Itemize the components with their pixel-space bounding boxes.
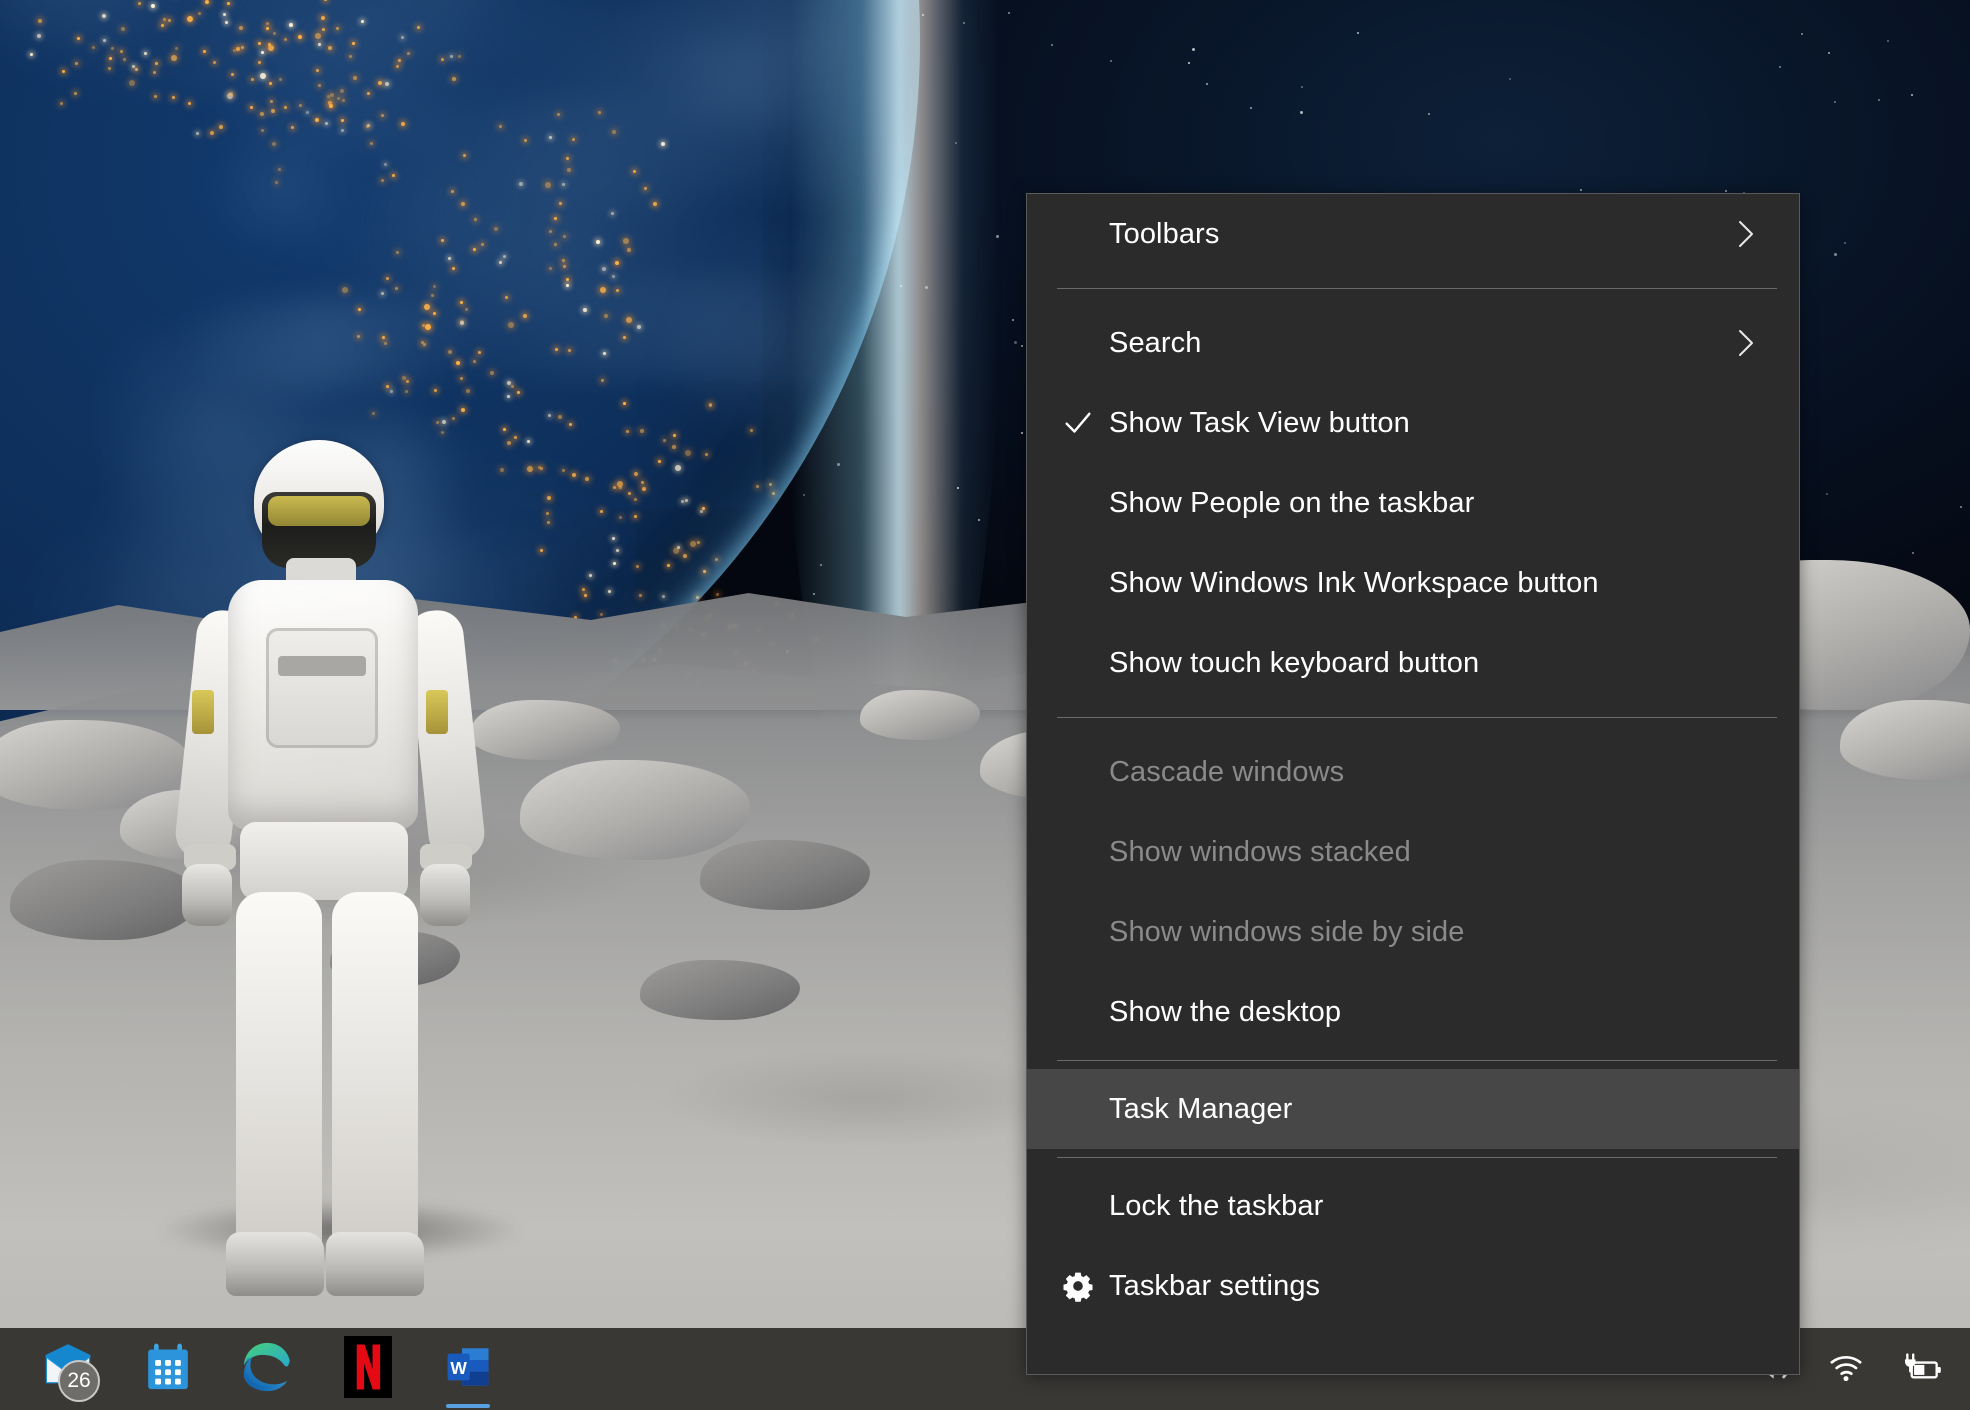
menu-item-task-manager[interactable]: Task Manager (1027, 1069, 1799, 1149)
menu-item-cascade: Cascade windows (1027, 732, 1799, 812)
active-app-indicator (446, 1404, 490, 1408)
taskbar-context-menu[interactable]: Toolbars Search Show Task View button Show … (1026, 193, 1800, 1375)
chevron-right-icon (1733, 303, 1759, 383)
astronaut-hips (240, 822, 408, 900)
menu-item-label: Task Manager (1109, 1092, 1293, 1125)
astronaut-chest-pack (266, 628, 378, 748)
astronaut-right-boot (326, 1232, 424, 1296)
astronaut-left-glove (182, 864, 232, 926)
menu-item-task-view[interactable]: Show Task View button (1027, 383, 1799, 463)
menu-separator (1057, 1060, 1777, 1061)
notification-badge: 26 (58, 1360, 100, 1402)
astronaut-right-arm-patch (426, 690, 448, 734)
menu-item-label: Show Task View button (1109, 406, 1410, 439)
battery-charging-icon[interactable] (1900, 1347, 1944, 1392)
menu-item-taskbar-settings[interactable]: Taskbar settings (1027, 1246, 1799, 1326)
menu-item-label: Taskbar settings (1109, 1269, 1321, 1302)
desktop[interactable]: 26 W Toolbars Search Show Task View butt… (0, 0, 1970, 1410)
menu-item-label: Lock the taskbar (1109, 1189, 1324, 1222)
lunar-rock (860, 690, 980, 740)
astronaut-left-boot (226, 1232, 324, 1296)
menu-item-label: Cascade windows (1109, 755, 1345, 788)
taskbar-app-mail[interactable]: 26 (18, 1328, 118, 1410)
taskbar-app-netflix[interactable] (318, 1328, 418, 1410)
menu-separator (1057, 717, 1777, 718)
menu-item-side-by-side: Show windows side by side (1027, 892, 1799, 972)
menu-item-lock-taskbar[interactable]: Lock the taskbar (1027, 1166, 1799, 1246)
astronaut (160, 440, 520, 1320)
menu-item-label: Show windows side by side (1109, 915, 1465, 948)
menu-item-label: Show touch keyboard button (1109, 646, 1480, 679)
astronaut-visor-gold-tint (268, 496, 370, 526)
astronaut-chest-vent (278, 656, 366, 676)
taskbar-app-icons: 26 W (0, 1328, 518, 1410)
astronaut-left-leg (236, 892, 322, 1262)
gear-icon (1049, 1246, 1107, 1326)
svg-text:W: W (450, 1358, 467, 1378)
menu-item-search[interactable]: Search (1027, 303, 1799, 383)
astronaut-left-arm-patch (192, 690, 214, 734)
calendar-icon (140, 1339, 196, 1400)
menu-item-toolbars[interactable]: Toolbars (1027, 194, 1799, 274)
menu-item-label: Show People on the taskbar (1109, 486, 1475, 519)
check-icon (1049, 383, 1107, 463)
lunar-rock (640, 960, 800, 1020)
astronaut-right-leg (332, 892, 418, 1262)
menu-separator (1057, 288, 1777, 289)
menu-item-ink-workspace[interactable]: Show Windows Ink Workspace button (1027, 543, 1799, 623)
menu-item-stacked: Show windows stacked (1027, 812, 1799, 892)
menu-item-label: Show the desktop (1109, 995, 1342, 1028)
menu-separator (1057, 1157, 1777, 1158)
menu-item-label: Show windows stacked (1109, 835, 1411, 868)
taskbar-app-edge[interactable] (218, 1328, 318, 1410)
lunar-rock (470, 700, 620, 760)
menu-item-label: Search (1109, 326, 1202, 359)
wifi-icon[interactable] (1826, 1347, 1866, 1392)
taskbar-app-calendar[interactable] (118, 1328, 218, 1410)
netflix-icon (342, 1335, 394, 1403)
taskbar-app-word[interactable]: W (418, 1328, 518, 1410)
menu-item-label: Toolbars (1109, 217, 1220, 250)
astronaut-right-glove (420, 864, 470, 926)
lunar-rock (700, 840, 870, 910)
chevron-right-icon (1733, 194, 1759, 274)
word-icon: W (440, 1339, 496, 1400)
menu-item-touch-keyboard[interactable]: Show touch keyboard button (1027, 623, 1799, 703)
menu-item-label: Show Windows Ink Workspace button (1109, 566, 1599, 599)
menu-item-show-desktop[interactable]: Show the desktop (1027, 972, 1799, 1052)
menu-item-people[interactable]: Show People on the taskbar (1027, 463, 1799, 543)
edge-icon (239, 1338, 297, 1401)
lunar-rock (520, 760, 750, 860)
